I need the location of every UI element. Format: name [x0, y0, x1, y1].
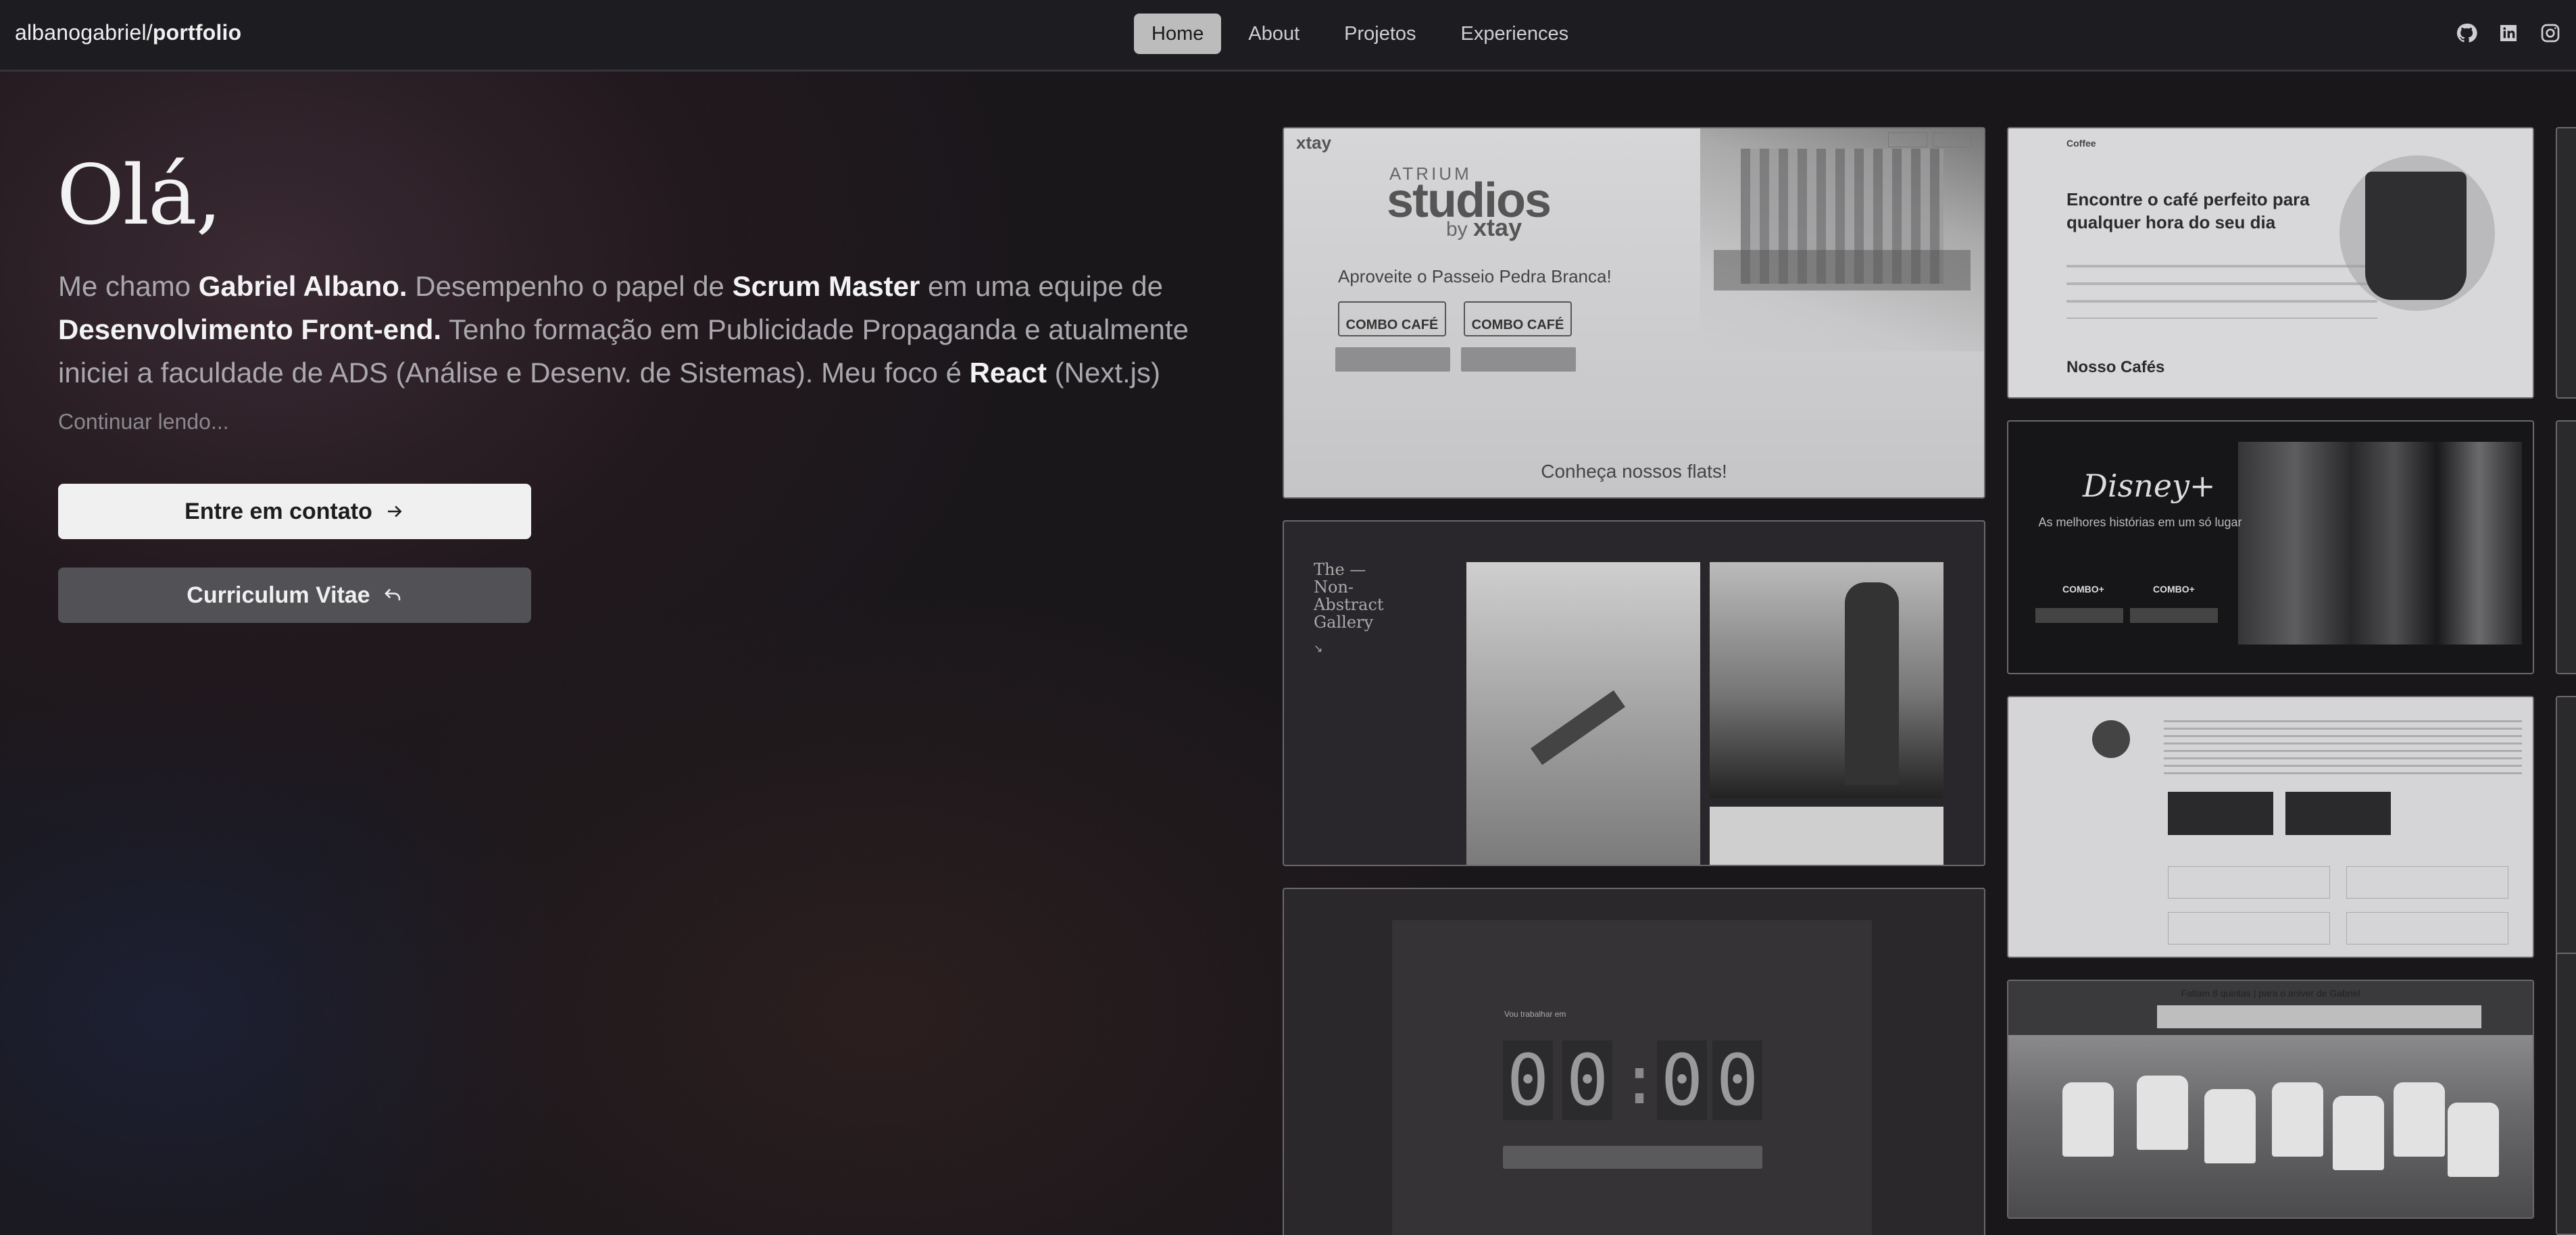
- project-card-partial[interactable]: [2556, 953, 2576, 1235]
- project-card-profile[interactable]: [2007, 696, 2534, 958]
- project-card-disney[interactable]: Disney+ As melhores histórias em um só l…: [2007, 420, 2534, 674]
- gallery-photo-plane: [1466, 562, 1700, 865]
- timer-digit: 0: [1562, 1040, 1612, 1120]
- cv-button-label: Curriculum Vitae: [187, 582, 370, 608]
- combo-badge: COMBO CAFÉ: [1338, 301, 1446, 336]
- project-card-coffee[interactable]: Coffee Encontre o café perfeito para qua…: [2007, 127, 2534, 399]
- intro-tech: React: [969, 357, 1047, 388]
- nav-experiences[interactable]: Experiences: [1443, 14, 1587, 54]
- intro-text: Me chamo: [58, 270, 199, 302]
- timer-colon: :: [1619, 1040, 1660, 1119]
- profile-stats: [2285, 792, 2391, 835]
- disney-button: [2130, 608, 2218, 623]
- brand-repo: portfolio: [152, 20, 242, 45]
- gallery-photo: [1710, 807, 1943, 865]
- building-photo: [1700, 128, 1984, 351]
- disney-combo: COMBO+: [2153, 584, 2195, 595]
- card-menu: [1888, 132, 1972, 147]
- profile-text: [2164, 720, 2522, 774]
- nav-about[interactable]: About: [1231, 14, 1317, 54]
- undo-arrow-icon: [384, 588, 400, 601]
- xtay-logo: xtay: [1296, 132, 1332, 153]
- project-card-timer[interactable]: Vou trabalhar em 0 0 : 0 0: [1283, 888, 1985, 1235]
- intro-text: Desempenho o papel de: [407, 270, 733, 302]
- disney-button: [2035, 608, 2123, 623]
- project-item: [2168, 866, 2330, 899]
- project-item: [2168, 912, 2330, 944]
- hero-title: Olá,: [57, 147, 222, 243]
- coffee-heading: Encontre o café perfeito para qualquer h…: [2066, 189, 2310, 232]
- read-more-link[interactable]: Continuar lendo...: [58, 409, 229, 434]
- nav-links: Home About Projetos Experiences: [1134, 14, 1586, 54]
- birthday-banner: Faltam 8 quintas | para o aniver de Gabr…: [2181, 988, 2360, 999]
- timer-digit: 0: [1657, 1040, 1707, 1120]
- arrow-right-icon: [387, 505, 402, 518]
- project-card-gallery[interactable]: The — Non- Abstract Gallery ↘: [1283, 520, 1985, 866]
- top-navbar: albanogabriel/portfolio Home About Proje…: [0, 0, 2576, 72]
- brand-logo[interactable]: albanogabriel/portfolio: [15, 20, 241, 45]
- birthday-form: [2157, 1005, 2481, 1028]
- github-icon[interactable]: [2456, 22, 2477, 44]
- project-item: [2346, 912, 2508, 944]
- contact-button[interactable]: Entre em contato: [58, 484, 531, 539]
- combo-badge: COMBO CAFÉ: [1464, 301, 1572, 336]
- reserve-button: [1461, 347, 1576, 372]
- project-card-partial[interactable]: [2556, 420, 2576, 674]
- intro-name: Gabriel Albano.: [198, 270, 407, 302]
- disney-heading: As melhores histórias em um só lugar: [2038, 515, 2242, 529]
- atrium-subtitle: Aproveite o Passeio Pedra Branca!: [1338, 266, 1612, 286]
- project-card-partial[interactable]: [2556, 127, 2576, 399]
- linkedin-icon[interactable]: [2498, 22, 2519, 44]
- coffee-cup-image: [2365, 172, 2467, 300]
- brand-user: albanogabriel/: [15, 20, 153, 45]
- intro-text: em uma equipe de: [920, 270, 1163, 302]
- nav-projetos[interactable]: Projetos: [1327, 14, 1433, 54]
- reserve-button: [1335, 347, 1450, 372]
- group-photo: [2008, 1035, 2533, 1217]
- project-card-birthday[interactable]: Faltam 8 quintas | para o aniver de Gabr…: [2007, 980, 2534, 1219]
- timer-digit: 0: [1503, 1040, 1553, 1120]
- project-item: [2346, 866, 2508, 899]
- atrium-caption: Conheça nossos flats!: [1541, 461, 1727, 482]
- coffee-features: [2066, 265, 2377, 319]
- intro-role: Scrum Master: [732, 270, 920, 302]
- coffee-logo: Coffee: [2066, 138, 2096, 149]
- gallery-photo-tower: [1710, 562, 1943, 799]
- cv-button[interactable]: Curriculum Vitae: [58, 568, 531, 623]
- social-links: [2456, 22, 2561, 44]
- coffee-footer: Nosso Cafés: [2066, 358, 2165, 376]
- disney-logo: Disney+: [2083, 468, 2216, 504]
- contact-button-label: Entre em contato: [184, 498, 372, 524]
- disney-combo: COMBO+: [2062, 584, 2104, 595]
- instagram-icon[interactable]: [2540, 22, 2561, 44]
- gallery-title: The — Non- Abstract Gallery: [1314, 560, 1384, 632]
- project-card-atrium[interactable]: xtay ATRIUM studios by xtay Aproveite o …: [1283, 127, 1985, 499]
- disney-poster-art: [2238, 442, 2522, 645]
- timer-label: Vou trabalhar em: [1504, 1009, 1566, 1019]
- arrow-down-right-icon: ↘: [1314, 643, 1323, 655]
- timer-digit: 0: [1712, 1040, 1762, 1120]
- project-card-partial[interactable]: [2556, 696, 2576, 958]
- atrium-by: by xtay: [1446, 213, 1522, 241]
- avatar: [2092, 720, 2130, 758]
- intro-team: Desenvolvimento Front-end.: [58, 313, 442, 345]
- timer-start-button: [1503, 1146, 1762, 1169]
- hero-intro: Me chamo Gabriel Albano. Desempenho o pa…: [58, 265, 1193, 395]
- intro-text: (Next.js): [1047, 357, 1160, 388]
- nav-home[interactable]: Home: [1134, 14, 1222, 54]
- profile-stats: [2168, 792, 2273, 835]
